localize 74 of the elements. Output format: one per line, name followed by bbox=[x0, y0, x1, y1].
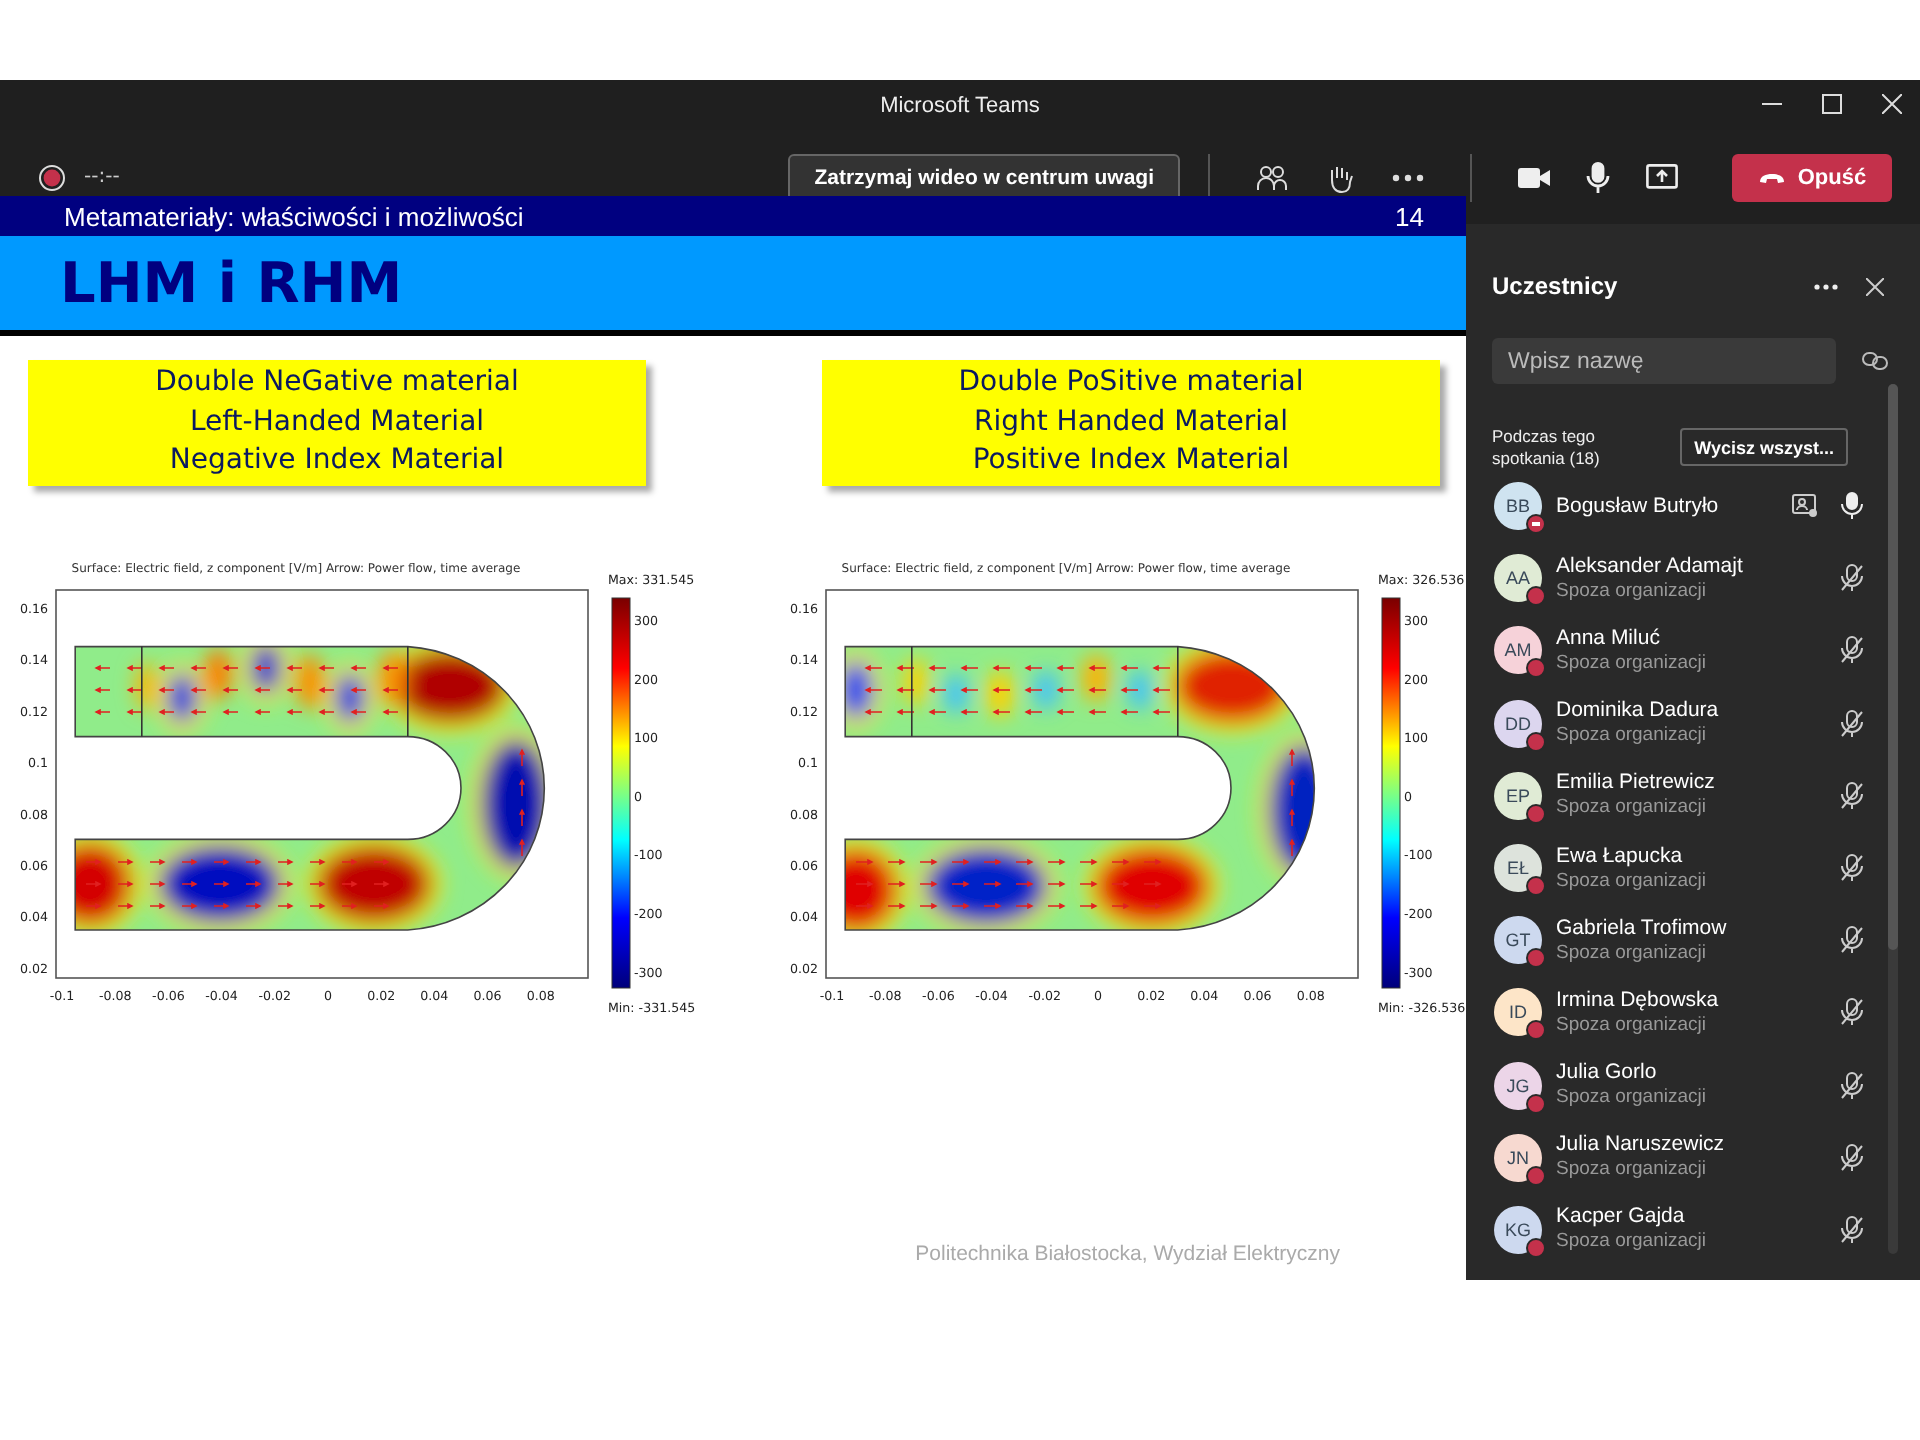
participant-subtitle: Spoza organizacji bbox=[1556, 1158, 1708, 1183]
participant-row[interactable]: AM Anna Miluć Spoza organizacji bbox=[1492, 614, 1864, 688]
phone-icon bbox=[1757, 171, 1786, 183]
avatar: JG bbox=[1494, 1061, 1542, 1110]
mute-all-button[interactable]: Wycisz wszyst... bbox=[1680, 428, 1848, 466]
participant-row[interactable]: EP Emilia Pietrewicz Spoza organizacji bbox=[1492, 759, 1864, 832]
participant-row[interactable]: EŁ Ewa Łapucka Spoza organizacji bbox=[1492, 831, 1864, 905]
scrollbar[interactable] bbox=[1888, 384, 1898, 1254]
participant-subtitle: Spoza organizacji bbox=[1556, 869, 1708, 894]
participant-row[interactable]: DD Dominika Dadura Spoza organizacji bbox=[1492, 687, 1864, 760]
participant-name: Ewa Łapucka bbox=[1556, 843, 1685, 870]
people-icon[interactable] bbox=[1256, 161, 1288, 193]
box-text-line: Negative Index Material bbox=[169, 442, 505, 481]
share-screen-icon[interactable] bbox=[1646, 163, 1678, 191]
participant-row[interactable]: AA Aleksander Adamajt Spoza organizacji bbox=[1492, 542, 1864, 615]
participant-subtitle: Spoza organizacji bbox=[1556, 1230, 1708, 1255]
avatar: EP bbox=[1494, 771, 1542, 820]
box-text-line: Double PoSitive material bbox=[958, 364, 1304, 403]
panel-title: Uczestnicy bbox=[1492, 272, 1620, 300]
slide-title: LHM i RHM bbox=[60, 250, 403, 316]
participant-subtitle: Spoza organizacji bbox=[1556, 796, 1708, 821]
avatar: JN bbox=[1494, 1133, 1542, 1182]
leave-button[interactable]: Opuść bbox=[1732, 153, 1892, 201]
participant-subtitle: Spoza organizacji bbox=[1556, 651, 1708, 676]
avatar: KG bbox=[1494, 1205, 1542, 1254]
page-number: 14 bbox=[1395, 201, 1424, 231]
box-text-line: Double NeGative material bbox=[155, 364, 519, 403]
participant-name: Irmina Dębowska bbox=[1556, 987, 1721, 1014]
avatar: AA bbox=[1494, 554, 1542, 603]
avatar: AM bbox=[1494, 626, 1542, 675]
participant-row[interactable]: KG Kacper Gajda Spoza organizacji bbox=[1492, 1193, 1864, 1267]
participant-row[interactable]: JG Julia Gorlo Spoza organizacji bbox=[1492, 1049, 1864, 1122]
box-text-line: Left-Handed Material bbox=[189, 403, 485, 442]
participant-row[interactable]: BB Bogusław Butryło bbox=[1492, 470, 1864, 543]
more-icon[interactable] bbox=[1814, 283, 1838, 289]
participant-name: Julia Gorlo bbox=[1556, 1060, 1659, 1087]
participant-name: Dominika Dadura bbox=[1556, 698, 1721, 725]
more-icon[interactable] bbox=[1392, 173, 1424, 181]
avatar: BB bbox=[1494, 482, 1542, 531]
participant-row[interactable]: JN Julia Naruszewicz Spoza organizacji bbox=[1492, 1121, 1864, 1194]
participant-subtitle: Spoza organizacji bbox=[1556, 1013, 1708, 1038]
avatar: EŁ bbox=[1494, 844, 1542, 893]
participant-name: Aleksander Adamajt bbox=[1556, 553, 1745, 580]
call-timer: --:-- bbox=[84, 166, 120, 188]
slide-header-text: Metamateriały: właściwości i możliwości bbox=[64, 201, 524, 231]
close-icon[interactable] bbox=[1882, 94, 1902, 114]
participant-subtitle: Spoza organizacji bbox=[1556, 941, 1708, 966]
link-icon[interactable] bbox=[1862, 352, 1888, 370]
scrollbar-thumb[interactable] bbox=[1888, 384, 1898, 950]
participant-name: Gabriela Trofimow bbox=[1556, 915, 1729, 942]
camera-icon[interactable] bbox=[1518, 165, 1550, 189]
participant-name: Kacper Gajda bbox=[1556, 1204, 1687, 1231]
close-icon[interactable] bbox=[1866, 277, 1884, 295]
maximize-icon[interactable] bbox=[1822, 94, 1842, 114]
spotlight-button[interactable]: Zatrzymaj wideo w centrum uwagi bbox=[788, 153, 1180, 201]
window-title: Microsoft Teams bbox=[880, 93, 1040, 117]
participant-subtitle: Spoza organizacji bbox=[1556, 724, 1708, 749]
box-text-line: Positive Index Material bbox=[972, 442, 1290, 481]
participant-subtitle: Spoza organizacji bbox=[1556, 579, 1708, 604]
participant-name: Bogusław Butryło bbox=[1556, 493, 1721, 520]
avatar: GT bbox=[1494, 916, 1542, 965]
participant-name: Julia Naruszewicz bbox=[1556, 1132, 1727, 1159]
microphone-icon[interactable] bbox=[1586, 161, 1610, 193]
section-label[interactable]: Podczas tego spotkania (18) bbox=[1492, 426, 1672, 468]
participant-name: Emilia Pietrewicz bbox=[1556, 770, 1717, 797]
avatar: ID bbox=[1494, 988, 1542, 1037]
participant-row[interactable]: GT Gabriela Trofimow Spoza organizacji bbox=[1492, 904, 1864, 977]
participant-subtitle: Spoza organizacji bbox=[1556, 1086, 1708, 1111]
box-text-line: Right Handed Material bbox=[973, 403, 1288, 442]
slide-footer: Politechnika Białostocka, Wydział Elektryczny bbox=[915, 1242, 1340, 1266]
participant-name: Anna Miluć bbox=[1556, 625, 1662, 652]
avatar: DD bbox=[1494, 699, 1542, 748]
participant-row[interactable]: ID Irmina Dębowska Spoza organizacji bbox=[1492, 976, 1864, 1049]
search-field[interactable]: Wpisz nazwę bbox=[1492, 338, 1836, 384]
